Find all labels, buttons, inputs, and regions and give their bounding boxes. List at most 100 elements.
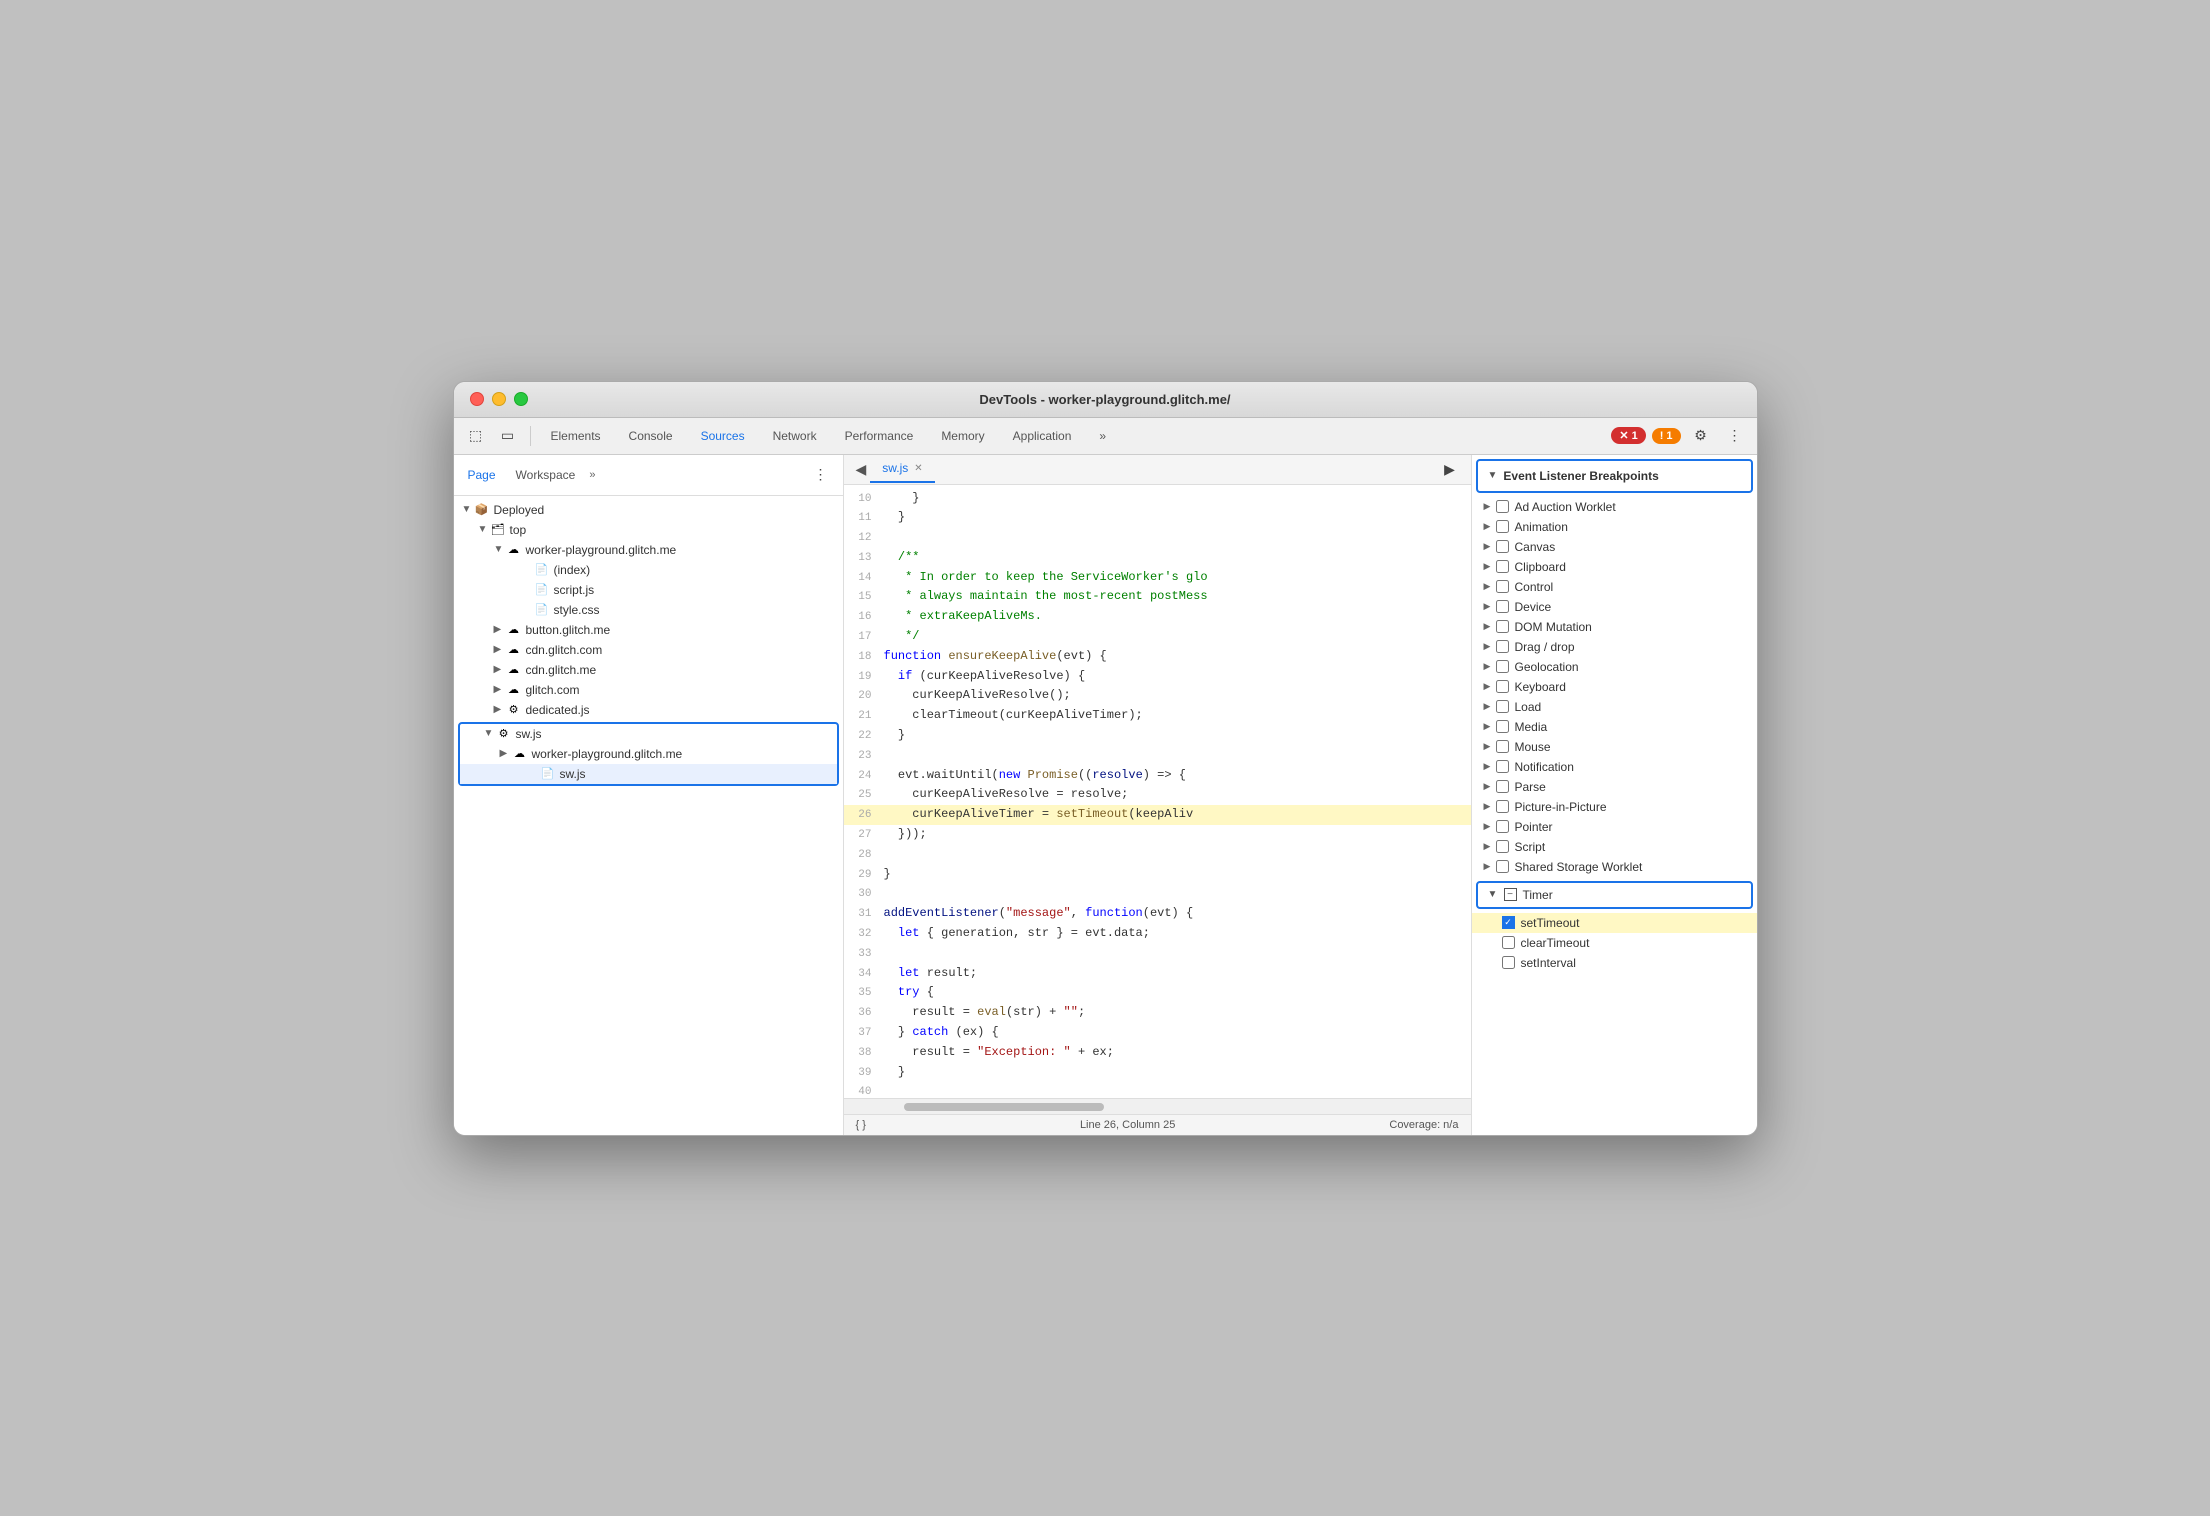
bp-checkbox-animation[interactable] [1496, 520, 1509, 533]
tab-console[interactable]: Console [617, 425, 685, 447]
tree-item-deployed[interactable]: ▼ 📦 Deployed [454, 500, 843, 520]
bp-item-mouse[interactable]: ▶ Mouse [1472, 737, 1757, 757]
bp-checkbox-pip[interactable] [1496, 800, 1509, 813]
bp-item-animation[interactable]: ▶ Animation [1472, 517, 1757, 537]
tree-item-index[interactable]: 📄 (index) [454, 560, 843, 580]
bp-timer-group-header[interactable]: ▼ − Timer [1476, 881, 1753, 909]
tab-page[interactable]: Page [462, 466, 502, 484]
bp-checkbox-parse[interactable] [1496, 780, 1509, 793]
js-file-icon: 📄 [534, 582, 550, 598]
tab-elements[interactable]: Elements [539, 425, 613, 447]
tree-arrow: ▼ [494, 544, 506, 555]
bp-checkbox-dom-mutation[interactable] [1496, 620, 1509, 633]
bp-child-cleartimeout[interactable]: clearTimeout [1472, 933, 1757, 953]
bp-item-clipboard[interactable]: ▶ Clipboard [1472, 557, 1757, 577]
tree-item-scriptjs[interactable]: 📄 script.js [454, 580, 843, 600]
warn-badge[interactable]: ! 1 [1652, 428, 1681, 444]
cloud-icon: ☁ [506, 682, 522, 698]
tree-item-worker-playground[interactable]: ▼ ☁ worker-playground.glitch.me [454, 540, 843, 560]
bp-checkbox-device[interactable] [1496, 600, 1509, 613]
horizontal-scrollbar[interactable] [844, 1098, 1471, 1114]
bp-checkbox-clipboard[interactable] [1496, 560, 1509, 573]
tab-more-panel[interactable]: » [589, 469, 595, 481]
tree-item-top[interactable]: ▼ 🗂 top [454, 520, 843, 540]
tab-memory[interactable]: Memory [929, 425, 996, 447]
bp-checkbox-shared-storage[interactable] [1496, 860, 1509, 873]
collapse-panel-icon[interactable]: ◀ [852, 455, 871, 484]
bp-item-load[interactable]: ▶ Load [1472, 697, 1757, 717]
editor-tab-close[interactable]: ✕ [914, 463, 922, 474]
tree-label: sw.js [560, 767, 586, 781]
bp-item-canvas[interactable]: ▶ Canvas [1472, 537, 1757, 557]
maximize-button[interactable] [514, 392, 528, 406]
bp-checkbox-notification[interactable] [1496, 760, 1509, 773]
tab-application[interactable]: Application [1001, 425, 1084, 447]
bp-expand-arrow: ▶ [1484, 541, 1496, 552]
format-button[interactable]: { } [856, 1119, 866, 1131]
bp-item-parse[interactable]: ▶ Parse [1472, 777, 1757, 797]
bp-checkbox-ad-auction[interactable] [1496, 500, 1509, 513]
device-mode-icon[interactable]: ▭ [494, 422, 522, 450]
more-options-icon[interactable]: ⋮ [1721, 422, 1749, 450]
bp-child-settimeout[interactable]: setTimeout [1472, 913, 1757, 933]
bp-item-media[interactable]: ▶ Media [1472, 717, 1757, 737]
bp-checkbox-media[interactable] [1496, 720, 1509, 733]
bp-checkbox-script[interactable] [1496, 840, 1509, 853]
bp-child-setinterval[interactable]: setInterval [1472, 953, 1757, 973]
bp-checkbox-geolocation[interactable] [1496, 660, 1509, 673]
bp-setinterval-checkbox[interactable] [1502, 956, 1515, 969]
close-button[interactable] [470, 392, 484, 406]
tree-item-stylecss[interactable]: 📄 style.css [454, 600, 843, 620]
editor-tab-swjs[interactable]: sw.js ✕ [870, 455, 934, 483]
panel-tab-actions: ⋮ [807, 461, 835, 489]
tree-item-cdn-glitch-me[interactable]: ▶ ☁ cdn.glitch.me [454, 660, 843, 680]
scrollbar-thumb[interactable] [904, 1103, 1104, 1111]
settings-icon[interactable]: ⚙ [1687, 422, 1715, 450]
bp-checkbox-canvas[interactable] [1496, 540, 1509, 553]
bp-checkbox-drag-drop[interactable] [1496, 640, 1509, 653]
cursor-position: Line 26, Column 25 [1080, 1119, 1175, 1131]
expand-panel-icon[interactable]: ▶ [1437, 456, 1463, 482]
bp-settimeout-checked[interactable] [1502, 916, 1515, 929]
bp-checkbox-control[interactable] [1496, 580, 1509, 593]
tree-item-dedicated[interactable]: ▶ ⚙ dedicated.js [454, 700, 843, 720]
bp-item-keyboard[interactable]: ▶ Keyboard [1472, 677, 1757, 697]
bp-item-device[interactable]: ▶ Device [1472, 597, 1757, 617]
error-badge[interactable]: ✕ 1 [1611, 427, 1645, 444]
select-element-icon[interactable]: ⬚ [462, 422, 490, 450]
tab-more[interactable]: » [1087, 425, 1118, 447]
tree-item-sw-swjs[interactable]: 📄 sw.js [460, 764, 837, 784]
bp-item-geolocation[interactable]: ▶ Geolocation [1472, 657, 1757, 677]
css-file-icon: 📄 [534, 602, 550, 618]
bp-expand-arrow: ▶ [1484, 781, 1496, 792]
tab-sources[interactable]: Sources [689, 425, 757, 447]
bp-checkbox-keyboard[interactable] [1496, 680, 1509, 693]
bp-item-pip[interactable]: ▶ Picture-in-Picture [1472, 797, 1757, 817]
tree-item-cdn-glitch-com[interactable]: ▶ ☁ cdn.glitch.com [454, 640, 843, 660]
tree-item-swjs[interactable]: ▼ ⚙ sw.js [460, 724, 837, 744]
bp-item-ad-auction[interactable]: ▶ Ad Auction Worklet [1472, 497, 1757, 517]
tree-item-button-glitch[interactable]: ▶ ☁ button.glitch.me [454, 620, 843, 640]
bp-item-drag-drop[interactable]: ▶ Drag / drop [1472, 637, 1757, 657]
bp-checkbox-mouse[interactable] [1496, 740, 1509, 753]
breakpoints-header[interactable]: ▼ Event Listener Breakpoints [1476, 459, 1753, 493]
minimize-button[interactable] [492, 392, 506, 406]
bp-item-notification[interactable]: ▶ Notification [1472, 757, 1757, 777]
gear-file-icon: ⚙ [496, 726, 512, 742]
tree-item-sw-worker-playground[interactable]: ▶ ☁ worker-playground.glitch.me [460, 744, 837, 764]
bp-item-pointer[interactable]: ▶ Pointer [1472, 817, 1757, 837]
bp-checkbox-pointer[interactable] [1496, 820, 1509, 833]
bp-checkbox-load[interactable] [1496, 700, 1509, 713]
tab-workspace[interactable]: Workspace [510, 466, 582, 484]
tab-network[interactable]: Network [761, 425, 829, 447]
code-line-10: 10 } [844, 489, 1471, 509]
bp-cleartimeout-checkbox[interactable] [1502, 936, 1515, 949]
bp-item-shared-storage[interactable]: ▶ Shared Storage Worklet [1472, 857, 1757, 877]
tab-performance[interactable]: Performance [833, 425, 926, 447]
bp-item-control[interactable]: ▶ Control [1472, 577, 1757, 597]
bp-item-dom-mutation[interactable]: ▶ DOM Mutation [1472, 617, 1757, 637]
editor-content[interactable]: 10 } 11 } 12 13 [844, 485, 1471, 1098]
bp-item-script[interactable]: ▶ Script [1472, 837, 1757, 857]
tree-item-glitch-com[interactable]: ▶ ☁ glitch.com [454, 680, 843, 700]
panel-more-icon[interactable]: ⋮ [807, 461, 835, 489]
